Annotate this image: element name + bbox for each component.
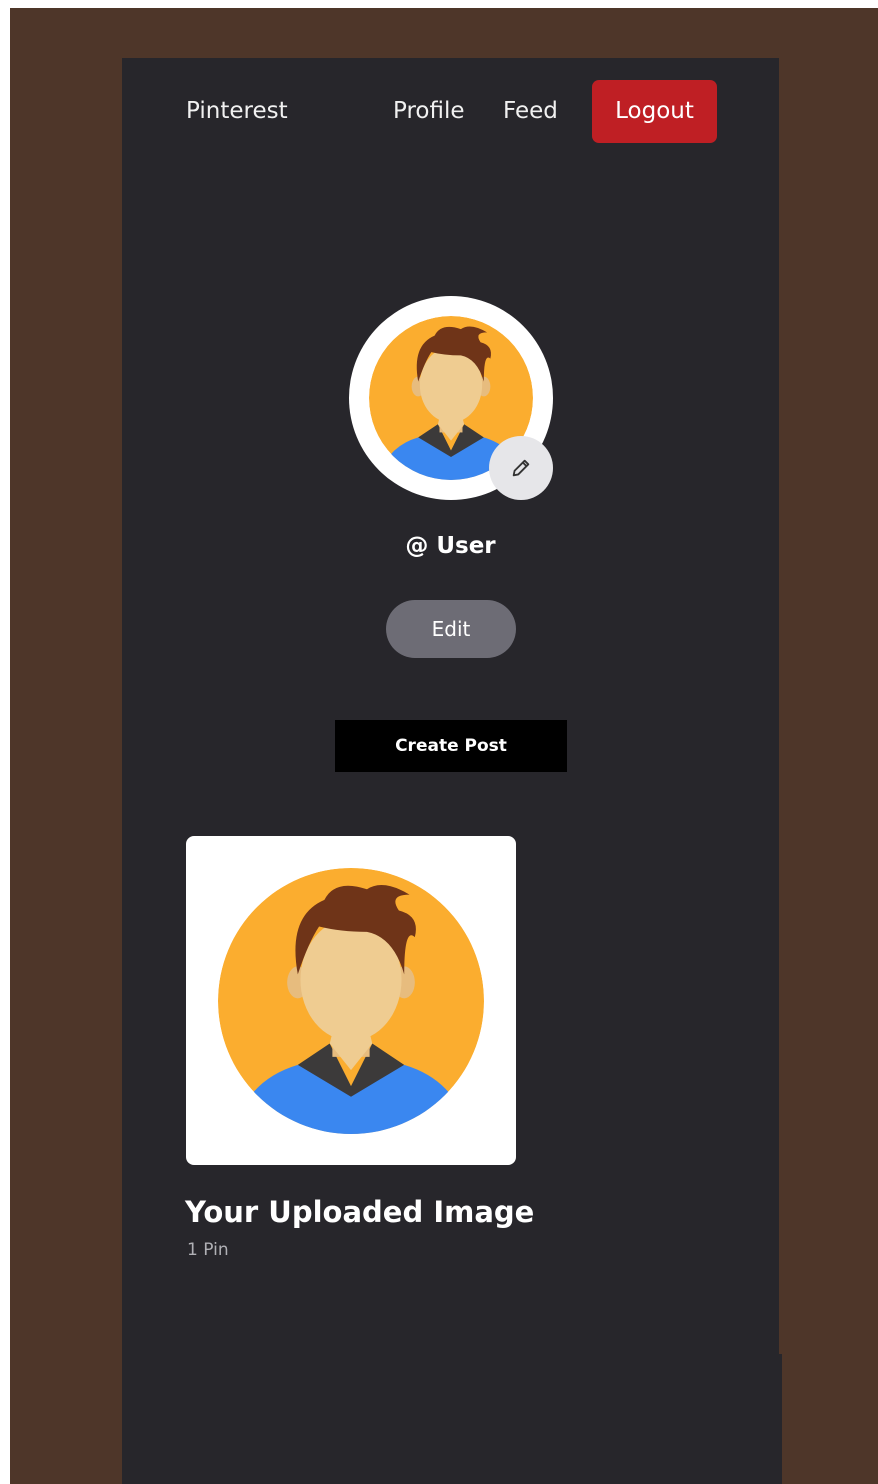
panel-strip bbox=[779, 1354, 782, 1484]
post-title[interactable]: Your Uploaded Image bbox=[185, 1194, 534, 1230]
post-card-image[interactable] bbox=[186, 836, 516, 1165]
create-post-button[interactable]: Create Post bbox=[335, 720, 567, 772]
profile-username: @ User bbox=[405, 533, 496, 559]
nav-link-feed[interactable]: Feed bbox=[503, 96, 558, 126]
edit-avatar-button[interactable] bbox=[489, 436, 553, 500]
nav-link-profile[interactable]: Profile bbox=[393, 96, 465, 126]
post-pin-count: 1 Pin bbox=[187, 1240, 229, 1260]
edit-profile-button[interactable]: Edit bbox=[386, 600, 516, 658]
post-image-avatar-icon bbox=[218, 868, 484, 1134]
pencil-icon bbox=[512, 459, 530, 477]
nav-brand-pinterest[interactable]: Pinterest bbox=[186, 96, 288, 126]
logout-button[interactable]: Logout bbox=[592, 80, 717, 143]
app-panel: Pinterest Profile Feed Logout @ User Edi… bbox=[122, 58, 782, 1484]
